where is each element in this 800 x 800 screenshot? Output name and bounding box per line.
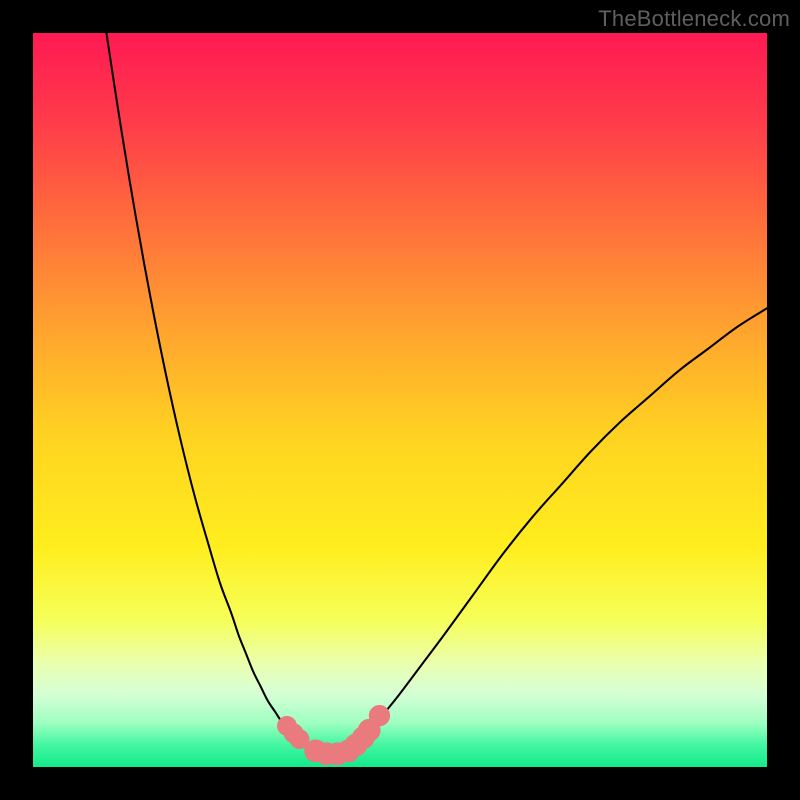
chart-svg xyxy=(33,33,767,767)
plot-area xyxy=(33,33,767,767)
outer-frame: TheBottleneck.com xyxy=(0,0,800,800)
curve-left-branch xyxy=(106,33,304,744)
watermark-label: TheBottleneck.com xyxy=(598,6,790,32)
marker-group xyxy=(277,705,389,764)
data-marker xyxy=(369,705,390,726)
curve-right-branch xyxy=(356,308,767,743)
